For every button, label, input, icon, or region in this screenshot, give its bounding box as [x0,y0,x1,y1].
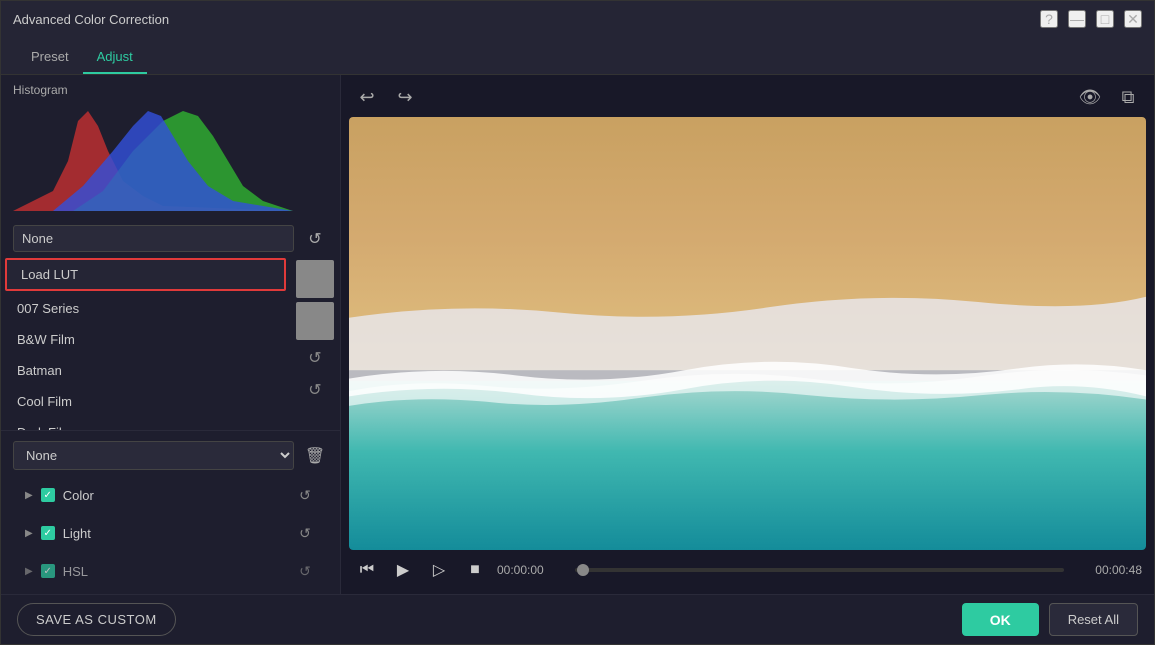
label-bw: B&W Film [17,332,75,347]
light-checkbox[interactable]: ✓ [41,526,55,540]
lut-list: Load LUT 007 Series B&W Film Batman Cool… [1,256,290,430]
left-panel: Histogram None Load LUT [1,75,341,594]
accordion-light[interactable]: ▶ ✓ Light ↺ [13,514,328,552]
stop-button[interactable]: ■ [461,556,489,584]
toolbar-row: ↩ ↪ 👁 ⧉ [349,83,1146,117]
side-reset-1[interactable]: ↺ [301,344,329,372]
reset-all-button[interactable]: Reset All [1049,603,1138,636]
none-dropdown-row: None Load LUT 007 Series B&W Film Batman… [1,219,340,256]
compare-button[interactable]: ⧉ [1114,83,1142,111]
tab-adjust[interactable]: Adjust [83,41,147,74]
list-item-007-series[interactable]: 007 Series [1,293,290,324]
save-custom-button[interactable]: SAVE AS CUSTOM [17,603,176,636]
titlebar: Advanced Color Correction ? — □ ✕ [1,1,1154,37]
thumb-1 [296,260,334,298]
color-expand-icon: ▶ [25,490,33,501]
right-panel: ↩ ↪ 👁 ⧉ [341,75,1154,594]
play-button[interactable]: ▶ [389,556,417,584]
label-cool-film: Cool Film [17,394,72,409]
main-content: Histogram None Load LUT [1,75,1154,594]
minimize-button[interactable]: — [1068,10,1086,28]
list-item-cool-film[interactable]: Cool Film [1,386,290,417]
time-end: 00:00:48 [1072,563,1142,577]
progress-thumb[interactable] [577,564,589,576]
list-item-bw-film[interactable]: B&W Film [1,324,290,355]
delete-button[interactable]: 🗑 [302,443,328,469]
histogram-label: Histogram [13,83,328,97]
window-title: Advanced Color Correction [13,12,169,27]
video-preview [349,117,1146,550]
time-current: 00:00:00 [497,563,567,577]
bottom-section: None 🗑 ▶ ✓ Color ↺ ▶ ✓ Light ↺ [1,430,340,594]
thumb-2 [296,302,334,340]
help-button[interactable]: ? [1040,10,1058,28]
redo-button[interactable]: ↪ [391,83,419,111]
progress-bar[interactable] [575,568,1064,572]
color-checkbox[interactable]: ✓ [41,488,55,502]
window-controls: ? — □ ✕ [1040,10,1142,28]
main-window: Advanced Color Correction ? — □ ✕ Preset… [0,0,1155,645]
bottom-dropdown-row: None 🗑 [13,435,328,476]
tabs-row: Preset Adjust [1,37,1154,75]
lut-dropdown[interactable]: None Load LUT 007 Series B&W Film Batman… [13,225,294,252]
accordion-hsl[interactable]: ▶ ✓ HSL ↺ [13,552,328,590]
action-bar: SAVE AS CUSTOM OK Reset All [1,594,1154,644]
hsl-reset-button[interactable]: ↺ [294,560,316,582]
light-reset-button[interactable]: ↺ [294,522,316,544]
load-lut-label: Load LUT [21,267,78,282]
playback-controls: ⏮ ▶ ▷ ■ 00:00:00 00:00:48 [349,550,1146,586]
histogram-section: Histogram [1,75,340,219]
label-007: 007 Series [17,301,79,316]
undo-button[interactable]: ↩ [353,83,381,111]
color-reset-button[interactable]: ↺ [294,484,316,506]
color-label: Color [63,488,286,503]
bottom-dropdown[interactable]: None [13,441,294,470]
accordion-color[interactable]: ▶ ✓ Color ↺ [13,476,328,514]
lut-reset-button[interactable]: ↺ [302,226,328,252]
hsl-label: HSL [63,564,286,579]
step-back-button[interactable]: ⏮ [353,556,381,584]
label-batman: Batman [17,363,62,378]
ok-button[interactable]: OK [962,603,1039,636]
play-alt-button[interactable]: ▷ [425,556,453,584]
hsl-checkbox[interactable]: ✓ [41,564,55,578]
action-right: OK Reset All [962,603,1138,636]
eye-button[interactable]: 👁 [1076,83,1104,111]
toolbar-right: 👁 ⧉ [1076,83,1142,111]
hsl-expand-icon: ▶ [25,566,33,577]
maximize-button[interactable]: □ [1096,10,1114,28]
close-button[interactable]: ✕ [1124,10,1142,28]
light-expand-icon: ▶ [25,528,33,539]
lut-list-area: Load LUT 007 Series B&W Film Batman Cool… [1,256,340,430]
histogram-canvas [13,101,293,211]
side-reset-2[interactable]: ↺ [301,376,329,404]
toolbar-left: ↩ ↪ [353,83,419,111]
list-item-load-lut[interactable]: Load LUT [5,258,286,291]
list-item-dark-film[interactable]: Dark Film [1,417,290,430]
side-controls: ↺ ↺ [290,256,340,430]
tab-preset[interactable]: Preset [17,41,83,74]
label-dark-film: Dark Film [17,425,73,430]
light-label: Light [63,526,286,541]
list-item-batman[interactable]: Batman [1,355,290,386]
